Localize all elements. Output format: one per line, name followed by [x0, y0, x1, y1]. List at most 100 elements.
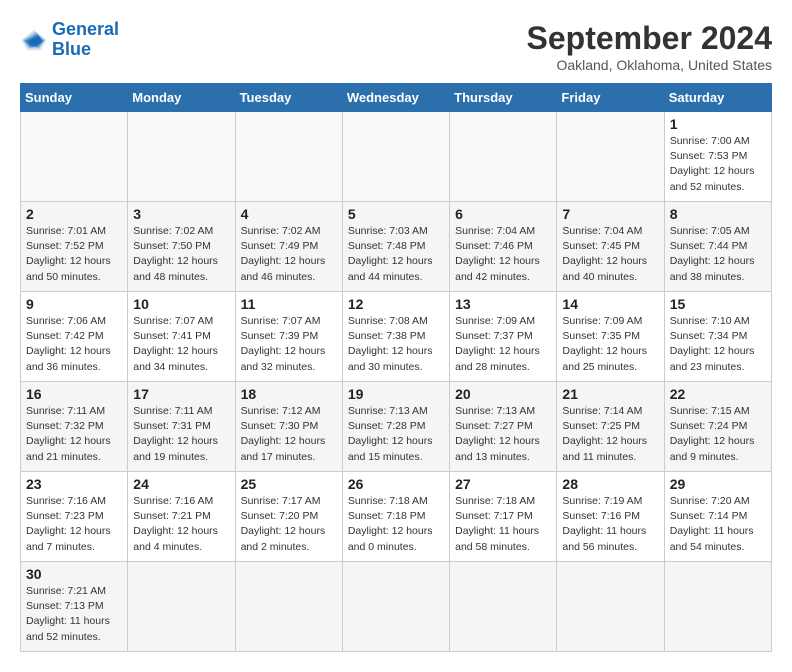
- table-row: 21Sunrise: 7:14 AM Sunset: 7:25 PM Dayli…: [557, 382, 664, 472]
- table-row: 10Sunrise: 7:07 AM Sunset: 7:41 PM Dayli…: [128, 292, 235, 382]
- table-row: [235, 112, 342, 202]
- day-number: 6: [455, 206, 551, 222]
- day-number: 1: [670, 116, 766, 132]
- table-row: 23 Sunrise: 7:16 AM Sunset: 7:23 PM Dayli…: [21, 472, 128, 562]
- day-number: 11: [241, 296, 337, 312]
- day-info: Sunrise: 7:11 AM Sunset: 7:31 PM Dayligh…: [133, 404, 229, 465]
- calendar-table: Sunday Monday Tuesday Wednesday Thursday…: [20, 83, 772, 652]
- table-row: 19 Sunrise: 7:13 AM Sunset: 7:28 PM Dayli…: [342, 382, 449, 472]
- table-row: [128, 562, 235, 652]
- table-row: [450, 562, 557, 652]
- day-number: 15: [670, 296, 766, 312]
- day-info: Sunrise: 7:09 AM Sunset: 7:37 PM Dayligh…: [455, 314, 551, 375]
- day-info: Sunrise: 7:02 AM Sunset: 7:50 PM Dayligh…: [133, 224, 229, 285]
- day-number: 20: [455, 386, 551, 402]
- logo-text-line2: Blue: [52, 40, 119, 60]
- day-info: Sunrise: 7:16 AM Sunset: 7:21 PM Dayligh…: [133, 494, 229, 555]
- page-header: General Blue September 2024 Oakland, Okl…: [20, 20, 772, 73]
- table-row: 18Sunrise: 7:12 AM Sunset: 7:30 PM Dayli…: [235, 382, 342, 472]
- day-info: Sunrise: 7:03 AM Sunset: 7:48 PM Dayligh…: [348, 224, 444, 285]
- table-row: [128, 112, 235, 202]
- title-section: September 2024 Oakland, Oklahoma, United…: [527, 20, 772, 73]
- day-info: Sunrise: 7:00 AM Sunset: 7:53 PM Dayligh…: [670, 134, 766, 195]
- day-number: 28: [562, 476, 658, 492]
- day-number: 7: [562, 206, 658, 222]
- table-row: [450, 112, 557, 202]
- table-row: 25 Sunrise: 7:17 AM Sunset: 7:20 PM Dayli…: [235, 472, 342, 562]
- header-monday: Monday: [128, 84, 235, 112]
- day-number: 12: [348, 296, 444, 312]
- table-row: 1 Sunrise: 7:00 AM Sunset: 7:53 PM Daylig…: [664, 112, 771, 202]
- day-info: Sunrise: 7:14 AM Sunset: 7:25 PM Dayligh…: [562, 404, 658, 465]
- day-info: Sunrise: 7:18 AM Sunset: 7:17 PM Dayligh…: [455, 494, 551, 555]
- day-number: 16: [26, 386, 122, 402]
- day-info: Sunrise: 7:08 AM Sunset: 7:38 PM Dayligh…: [348, 314, 444, 375]
- table-row: 28 Sunrise: 7:19 AM Sunset: 7:16 PM Dayli…: [557, 472, 664, 562]
- day-number: 9: [26, 296, 122, 312]
- calendar-week-row: 30 Sunrise: 7:21 AM Sunset: 7:13 PM Dayli…: [21, 562, 772, 652]
- calendar-week-row: 9Sunrise: 7:06 AM Sunset: 7:42 PM Daylig…: [21, 292, 772, 382]
- table-row: 30 Sunrise: 7:21 AM Sunset: 7:13 PM Dayli…: [21, 562, 128, 652]
- header-sunday: Sunday: [21, 84, 128, 112]
- table-row: 5 Sunrise: 7:03 AM Sunset: 7:48 PM Daylig…: [342, 202, 449, 292]
- table-row: 13 Sunrise: 7:09 AM Sunset: 7:37 PM Dayli…: [450, 292, 557, 382]
- day-number: 17: [133, 386, 229, 402]
- location: Oakland, Oklahoma, United States: [527, 57, 772, 73]
- header-tuesday: Tuesday: [235, 84, 342, 112]
- day-number: 23: [26, 476, 122, 492]
- day-info: Sunrise: 7:11 AM Sunset: 7:32 PM Dayligh…: [26, 404, 122, 465]
- table-row: [557, 562, 664, 652]
- table-row: 24Sunrise: 7:16 AM Sunset: 7:21 PM Dayli…: [128, 472, 235, 562]
- day-info: Sunrise: 7:13 AM Sunset: 7:27 PM Dayligh…: [455, 404, 551, 465]
- day-info: Sunrise: 7:07 AM Sunset: 7:41 PM Dayligh…: [133, 314, 229, 375]
- day-info: Sunrise: 7:07 AM Sunset: 7:39 PM Dayligh…: [241, 314, 337, 375]
- day-info: Sunrise: 7:20 AM Sunset: 7:14 PM Dayligh…: [670, 494, 766, 555]
- table-row: 16 Sunrise: 7:11 AM Sunset: 7:32 PM Dayli…: [21, 382, 128, 472]
- table-row: 17 Sunrise: 7:11 AM Sunset: 7:31 PM Dayli…: [128, 382, 235, 472]
- table-row: 27Sunrise: 7:18 AM Sunset: 7:17 PM Dayli…: [450, 472, 557, 562]
- table-row: 14 Sunrise: 7:09 AM Sunset: 7:35 PM Dayli…: [557, 292, 664, 382]
- calendar-week-row: 23 Sunrise: 7:16 AM Sunset: 7:23 PM Dayli…: [21, 472, 772, 562]
- table-row: [342, 562, 449, 652]
- day-info: Sunrise: 7:19 AM Sunset: 7:16 PM Dayligh…: [562, 494, 658, 555]
- header-friday: Friday: [557, 84, 664, 112]
- calendar-week-row: 2Sunrise: 7:01 AM Sunset: 7:52 PM Daylig…: [21, 202, 772, 292]
- table-row: 22Sunrise: 7:15 AM Sunset: 7:24 PM Dayli…: [664, 382, 771, 472]
- day-info: Sunrise: 7:21 AM Sunset: 7:13 PM Dayligh…: [26, 584, 122, 645]
- day-number: 14: [562, 296, 658, 312]
- day-info: Sunrise: 7:09 AM Sunset: 7:35 PM Dayligh…: [562, 314, 658, 375]
- day-info: Sunrise: 7:04 AM Sunset: 7:46 PM Dayligh…: [455, 224, 551, 285]
- calendar-week-row: 16 Sunrise: 7:11 AM Sunset: 7:32 PM Dayli…: [21, 382, 772, 472]
- day-number: 13: [455, 296, 551, 312]
- table-row: [235, 562, 342, 652]
- table-row: [342, 112, 449, 202]
- table-row: 26Sunrise: 7:18 AM Sunset: 7:18 PM Dayli…: [342, 472, 449, 562]
- day-number: 19: [348, 386, 444, 402]
- table-row: 3 Sunrise: 7:02 AM Sunset: 7:50 PM Daylig…: [128, 202, 235, 292]
- header-wednesday: Wednesday: [342, 84, 449, 112]
- table-row: 20 Sunrise: 7:13 AM Sunset: 7:27 PM Dayli…: [450, 382, 557, 472]
- day-info: Sunrise: 7:01 AM Sunset: 7:52 PM Dayligh…: [26, 224, 122, 285]
- table-row: 4Sunrise: 7:02 AM Sunset: 7:49 PM Daylig…: [235, 202, 342, 292]
- calendar-header-row: Sunday Monday Tuesday Wednesday Thursday…: [21, 84, 772, 112]
- day-info: Sunrise: 7:16 AM Sunset: 7:23 PM Dayligh…: [26, 494, 122, 555]
- header-saturday: Saturday: [664, 84, 771, 112]
- logo: General Blue: [20, 20, 119, 60]
- day-number: 3: [133, 206, 229, 222]
- day-info: Sunrise: 7:17 AM Sunset: 7:20 PM Dayligh…: [241, 494, 337, 555]
- day-info: Sunrise: 7:10 AM Sunset: 7:34 PM Dayligh…: [670, 314, 766, 375]
- day-info: Sunrise: 7:13 AM Sunset: 7:28 PM Dayligh…: [348, 404, 444, 465]
- day-info: Sunrise: 7:04 AM Sunset: 7:45 PM Dayligh…: [562, 224, 658, 285]
- table-row: 2Sunrise: 7:01 AM Sunset: 7:52 PM Daylig…: [21, 202, 128, 292]
- header-thursday: Thursday: [450, 84, 557, 112]
- day-number: 22: [670, 386, 766, 402]
- table-row: [557, 112, 664, 202]
- day-number: 30: [26, 566, 122, 582]
- table-row: 11 Sunrise: 7:07 AM Sunset: 7:39 PM Dayli…: [235, 292, 342, 382]
- day-number: 4: [241, 206, 337, 222]
- day-info: Sunrise: 7:18 AM Sunset: 7:18 PM Dayligh…: [348, 494, 444, 555]
- day-info: Sunrise: 7:12 AM Sunset: 7:30 PM Dayligh…: [241, 404, 337, 465]
- day-number: 5: [348, 206, 444, 222]
- day-number: 8: [670, 206, 766, 222]
- day-number: 25: [241, 476, 337, 492]
